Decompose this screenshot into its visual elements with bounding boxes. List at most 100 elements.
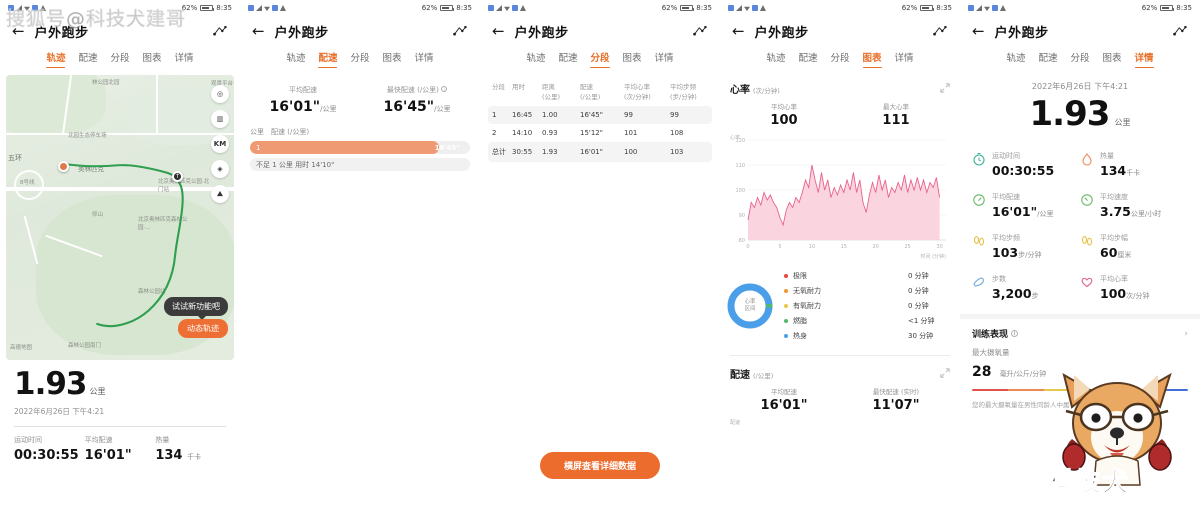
th-distance: 距离 (公里) (542, 83, 561, 101)
chevron-right-icon[interactable]: › (1184, 329, 1188, 339)
route-share-icon[interactable] (932, 24, 948, 38)
info-icon[interactable]: i (441, 86, 448, 92)
tab-details[interactable]: 详情 (1134, 50, 1154, 68)
landscape-detail-button[interactable]: 横屏查看详细数据 (539, 452, 661, 479)
footsteps-icon (1081, 236, 1093, 246)
tab-charts[interactable]: 图表 (862, 50, 882, 68)
route-share-icon[interactable] (212, 24, 228, 38)
metric-unit: 步/分钟 (1018, 251, 1042, 259)
fastest-pace-number: 16'45" (383, 99, 435, 115)
tab-segments[interactable]: 分段 (350, 50, 369, 67)
battery-icon (680, 5, 695, 11)
zone-color-dot (784, 288, 788, 293)
metric-value: 16'01"/公里 (992, 204, 1054, 219)
metric-value: 3.75公里/小时 (1100, 204, 1161, 219)
metric-avg-hr: 平均心率 100次/分钟 (1080, 267, 1188, 308)
route-map[interactable]: 林公园北园 观景平台 北园生态停车场 五环 奥林匹克 8号线 北京奥林匹克公园·… (6, 75, 234, 360)
tab-bar-pace: 轨迹 配速 分段 图表 详情 (240, 46, 480, 75)
page-title: 户外跑步 (274, 25, 329, 41)
pace-fast-label: 最快配速 (实时) (872, 388, 920, 396)
tab-charts[interactable]: 图表 (143, 50, 162, 67)
tab-pace[interactable]: 配速 (78, 50, 97, 67)
pace-fast-block: 最快配速 (实时) 11'07" (840, 386, 952, 413)
status-icons-left (248, 5, 286, 11)
cell-time: 14:10 (512, 129, 533, 137)
tab-track[interactable]: 轨迹 (286, 50, 305, 67)
avg-pace-number: 16'01" (269, 99, 321, 115)
tab-track[interactable]: 轨迹 (1006, 50, 1025, 67)
dynamic-track-button[interactable]: 动态轨迹 (178, 319, 228, 338)
pace-bar-value: 16'45" (434, 143, 460, 152)
avg-pace-block: 平均配速 16'01"/公里 (246, 85, 360, 115)
pace-stats: 平均配速 16'01" 最快配速 (实时) 11'07" (728, 381, 952, 415)
metric-label: 平均心率 (1100, 275, 1128, 283)
metric-unit: 千卡 (187, 453, 202, 461)
th-time: 用时 (512, 83, 525, 91)
status-icons-right: 62% 8:35 (182, 4, 232, 12)
watermark-top-left: 搜狐号@科技犬建哥 (6, 8, 187, 30)
svg-text:10: 10 (809, 244, 815, 250)
metric-value: 3,200步 (992, 286, 1039, 301)
tab-segments[interactable]: 分段 (590, 50, 610, 68)
cell-time: 16:45 (512, 111, 533, 119)
tab-details[interactable]: 详情 (895, 50, 914, 67)
pace-card-subtitle: (/公里) (753, 372, 774, 380)
tab-track[interactable]: 轨迹 (526, 50, 545, 67)
tab-track[interactable]: 轨迹 (46, 50, 66, 68)
battery-percent: 62% (661, 4, 678, 12)
back-arrow-icon[interactable]: ← (252, 23, 265, 39)
metric-value: 00:30:55 (14, 448, 79, 463)
svg-text:90: 90 (739, 213, 745, 219)
metric-label: 平均配速 (992, 193, 1020, 201)
compass-icon[interactable]: ▥ (211, 110, 229, 128)
bluetooth-icon (992, 5, 998, 11)
tab-segments[interactable]: 分段 (1070, 50, 1089, 67)
route-share-icon[interactable] (692, 24, 708, 38)
tab-segments[interactable]: 分段 (830, 50, 849, 67)
expand-icon[interactable] (940, 368, 950, 378)
metric-value: 16'01" (84, 448, 132, 463)
km-toggle-button[interactable]: KM (211, 135, 229, 153)
info-icon[interactable]: i (1011, 330, 1019, 337)
status-icons-left (728, 5, 766, 11)
svg-text:100: 100 (735, 188, 745, 194)
avg-pace-value: 16'01"/公里 (246, 99, 360, 115)
fastest-pace-unit: /公里 (434, 105, 451, 113)
pace-partial-row: 不足 1 公里 用时 14'10" (240, 158, 480, 175)
zone-name: 热身 (793, 331, 807, 340)
tab-pace[interactable]: 配速 (558, 50, 577, 67)
metric-value: 103步/分钟 (992, 245, 1041, 260)
tab-pace[interactable]: 配速 (318, 50, 338, 68)
tab-details[interactable]: 详情 (175, 50, 194, 67)
back-arrow-icon[interactable]: ← (732, 23, 745, 39)
tab-details[interactable]: 详情 (415, 50, 434, 67)
expand-icon[interactable] (940, 83, 950, 93)
tab-details[interactable]: 详情 (655, 50, 674, 67)
tab-segments[interactable]: 分段 (110, 50, 129, 67)
tab-charts[interactable]: 图表 (623, 50, 642, 67)
locate-icon[interactable]: ◎ (211, 85, 229, 103)
route-share-icon[interactable] (452, 24, 468, 38)
training-title-row: 训练表现 i › (972, 327, 1188, 341)
back-arrow-icon[interactable]: ← (492, 23, 505, 39)
back-arrow-icon[interactable]: ← (972, 23, 985, 39)
metric-avg-speed: 平均速度 3.75公里/小时 (1080, 185, 1188, 226)
status-bar: 62% 8:35 (240, 0, 480, 16)
metric-number: 134 (1100, 163, 1127, 178)
summary-metrics: 运动时间 00:30:55 平均配速 16'01" 热量 134 千卡 (14, 435, 226, 463)
tab-track[interactable]: 轨迹 (766, 50, 785, 67)
metric-number: 100 (1100, 286, 1127, 301)
layers-icon[interactable]: ◈ (211, 160, 229, 178)
app-header: ← 户外跑步 (960, 16, 1200, 46)
tab-charts[interactable]: 图表 (383, 50, 402, 67)
route-share-icon[interactable] (1172, 24, 1188, 38)
metric-number: 00:30:55 (992, 163, 1055, 178)
heart-rate-chart: 80 90 100 110 120 心率 时间 (分钟) 0 5 10 15 20 25 30 (728, 132, 952, 260)
tab-pace[interactable]: 配速 (798, 50, 817, 67)
end-marker: ↑ (172, 171, 183, 182)
tab-pace[interactable]: 配速 (1038, 50, 1057, 67)
page-title: 户外跑步 (754, 25, 809, 41)
tab-charts[interactable]: 图表 (1103, 50, 1122, 67)
terrain-icon[interactable]: ⛰ (211, 185, 229, 203)
zone-row: 燃脂 <1 分钟 (784, 313, 956, 328)
